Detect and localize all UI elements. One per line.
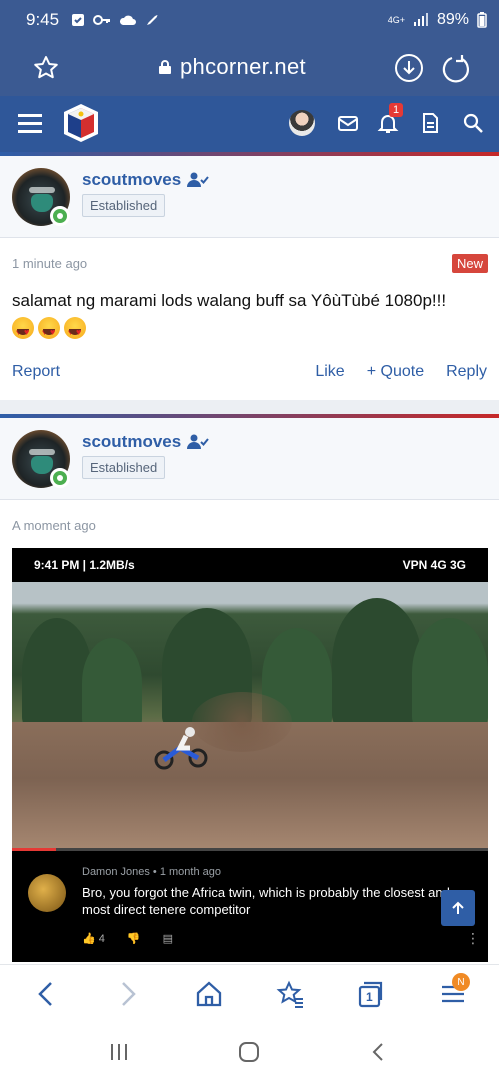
status-right: 4G+ 89% xyxy=(388,11,487,29)
tabs-count: 1 xyxy=(366,990,373,1004)
post-time[interactable]: 1 minute ago xyxy=(12,256,87,271)
heart-eyes-emoji xyxy=(64,316,86,345)
quote-link[interactable]: + Quote xyxy=(367,363,424,381)
report-link[interactable]: Report xyxy=(12,363,60,381)
comment-icon: ▤ xyxy=(162,933,173,945)
post-actions: Report Like + Quote Reply xyxy=(12,363,487,381)
forward-icon[interactable] xyxy=(112,979,142,1009)
lock-icon xyxy=(159,60,171,74)
recent-apps-icon[interactable] xyxy=(107,1040,131,1064)
username-link[interactable]: scoutmoves xyxy=(82,432,209,452)
motocross-photo xyxy=(12,582,488,848)
like-link[interactable]: Like xyxy=(315,363,344,381)
comment-time: 1 month ago xyxy=(159,866,221,878)
heart-eyes-emoji xyxy=(38,316,60,345)
username: scoutmoves xyxy=(82,170,182,189)
verified-user-icon xyxy=(187,172,209,187)
post-header: scoutmoves Established xyxy=(0,418,499,500)
motocross-rider-image xyxy=(154,727,208,770)
more-options-icon: ⋮ xyxy=(466,930,480,946)
url-field[interactable]: phcorner.net xyxy=(158,54,306,80)
online-status-icon xyxy=(50,468,70,488)
commenter-avatar xyxy=(28,874,66,912)
document-icon[interactable] xyxy=(418,111,442,135)
plus-icon: + xyxy=(366,363,381,380)
site-navigation: 1 xyxy=(0,96,499,152)
reload-icon[interactable] xyxy=(440,53,470,83)
comment-text: Bro, you forgot the Africa twin, which i… xyxy=(82,885,450,917)
reply-link[interactable]: Reply xyxy=(446,363,487,381)
search-icon[interactable] xyxy=(461,111,485,135)
thumbs-down-icon: 👎 xyxy=(126,933,141,945)
comment-actions: 👍 4 👎 ▤ xyxy=(82,932,462,945)
battery-icon xyxy=(477,12,487,28)
status-icons xyxy=(71,13,159,27)
like-count: 4 xyxy=(98,933,105,945)
heart-eyes-emoji xyxy=(12,316,34,345)
message-text: salamat ng marami lods walang buff sa Yô… xyxy=(12,291,447,310)
screenshot-status-bar: 9:41 PM | 1.2MB/s VPN 4G 3G xyxy=(12,548,488,582)
screenshot-status-left: 9:41 PM | 1.2MB/s xyxy=(34,558,135,572)
verified-user-icon xyxy=(187,434,209,449)
user-avatar[interactable] xyxy=(289,110,315,136)
tabs-button[interactable]: 1 xyxy=(356,979,386,1009)
comment-meta: Damon Jones • 1 month ago xyxy=(82,866,221,878)
system-navigation-bar xyxy=(0,1024,499,1080)
mail-icon[interactable] xyxy=(336,111,360,135)
key-icon xyxy=(93,15,111,25)
post-message: salamat ng marami lods walang buff sa Yô… xyxy=(12,288,487,345)
bookmark-star-icon[interactable] xyxy=(32,54,60,82)
home-button-icon[interactable] xyxy=(237,1040,261,1064)
quote-label: Quote xyxy=(380,363,425,380)
thumbs-up-icon: 👍 4 xyxy=(82,933,105,945)
download-icon[interactable] xyxy=(394,53,424,83)
home-icon[interactable] xyxy=(194,979,224,1009)
status-bar: 9:45 4G+ 89% xyxy=(0,0,499,40)
browser-bottom-nav: 1 N xyxy=(0,964,499,1024)
username: scoutmoves xyxy=(82,432,182,451)
url-text: phcorner.net xyxy=(180,54,306,79)
checkbox-icon xyxy=(72,14,85,26)
battery-label: 89% xyxy=(436,11,469,28)
username-link[interactable]: scoutmoves xyxy=(82,170,209,190)
post-1: scoutmoves Established 1 minute ago New … xyxy=(0,156,499,400)
post-header: scoutmoves Established xyxy=(0,156,499,238)
comment-author: Damon Jones xyxy=(82,866,150,878)
back-button-icon[interactable] xyxy=(367,1040,391,1064)
status-time: 9:45 xyxy=(26,10,60,29)
post-time[interactable]: A moment ago xyxy=(12,518,96,533)
back-icon[interactable] xyxy=(32,979,62,1009)
menu-badge: N xyxy=(452,973,470,991)
screenshot-status-right: VPN 4G 3G xyxy=(402,558,466,572)
cloud-icon xyxy=(120,15,137,25)
user-title: Established xyxy=(82,194,166,217)
new-badge: New xyxy=(452,254,489,273)
rocket-icon xyxy=(147,15,158,25)
network-label: 4G+ xyxy=(387,14,405,25)
video-progress-bar xyxy=(12,848,488,851)
site-logo[interactable] xyxy=(60,102,102,144)
menu-icon[interactable] xyxy=(18,112,42,134)
scroll-to-top-button[interactable] xyxy=(441,890,475,926)
user-title: Established xyxy=(82,456,166,479)
online-status-icon xyxy=(50,206,70,226)
signal-icon xyxy=(413,13,428,26)
browser-url-bar: phcorner.net xyxy=(0,40,499,96)
attached-screenshot[interactable]: 9:41 PM | 1.2MB/s VPN 4G 3G Damon Jones … xyxy=(12,548,488,962)
arrow-up-icon xyxy=(452,901,464,914)
notification-badge: 1 xyxy=(389,103,404,117)
bookmarks-icon[interactable] xyxy=(276,979,306,1009)
